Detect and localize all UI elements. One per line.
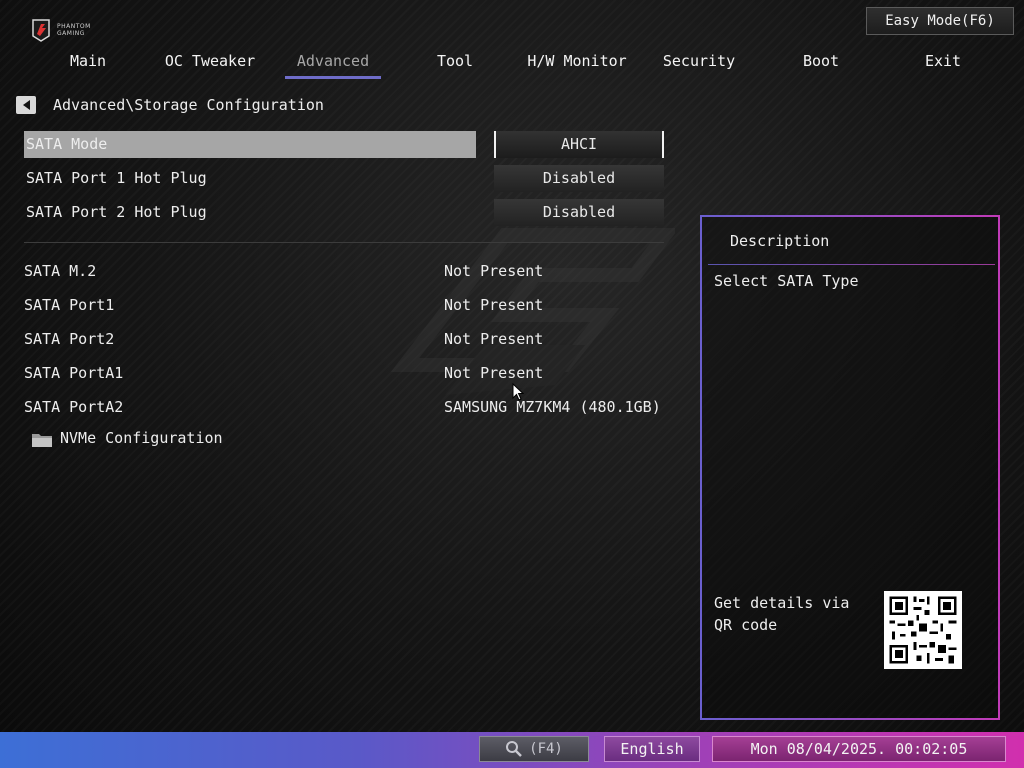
phantom-logo-icon (32, 19, 50, 42)
tab-main[interactable]: Main (28, 50, 148, 72)
tab-advanced[interactable]: Advanced (273, 50, 393, 72)
tab-tool[interactable]: Tool (395, 50, 515, 72)
port-label-sata-port1: SATA Port1 (24, 296, 115, 314)
section-divider (24, 242, 664, 243)
tab-hw-monitor[interactable]: H/W Monitor (517, 50, 637, 72)
port-status-sata-porta1: Not Present (444, 364, 544, 382)
search-shortcut-label: (F4) (529, 741, 563, 757)
setting-label-port2-hotplug[interactable]: SATA Port 2 Hot Plug (26, 202, 207, 222)
port-status-sata-port1: Not Present (444, 296, 544, 314)
active-tab-indicator (285, 76, 381, 79)
qr-details-text: Get details via QR code (714, 594, 850, 634)
port-status-sata-port2: Not Present (444, 330, 544, 348)
setting-label-port1-hotplug[interactable]: SATA Port 1 Hot Plug (26, 168, 207, 188)
port-status-sata-m2: Not Present (444, 262, 544, 280)
port-label-sata-porta1: SATA PortA1 (24, 364, 124, 382)
back-arrow-icon (22, 100, 30, 110)
language-button[interactable]: English (604, 736, 700, 762)
phantom-gaming-watermark (390, 228, 675, 395)
port-label-sata-m2: SATA M.2 (24, 262, 97, 280)
port1-hotplug-value[interactable]: Disabled (494, 165, 664, 192)
search-button[interactable]: (F4) (479, 736, 589, 762)
tab-exit[interactable]: Exit (883, 50, 1003, 72)
logo-text-line1: PHANTOM (57, 23, 91, 30)
main-nav: Main OC Tweaker Advanced Tool H/W Monito… (28, 50, 1008, 80)
qr-code-icon (884, 591, 962, 669)
breadcrumb: Advanced\Storage Configuration (53, 96, 324, 114)
sata-mode-value[interactable]: AHCI (494, 131, 664, 158)
port-status-sata-porta2: SAMSUNG MZ7KM4 (480.1GB) (444, 398, 661, 416)
datetime-display[interactable]: Mon 08/04/2025. 00:02:05 (712, 736, 1006, 762)
port2-hotplug-value[interactable]: Disabled (494, 199, 664, 226)
search-icon (506, 741, 523, 757)
tab-security[interactable]: Security (639, 50, 759, 72)
setting-label-sata-mode[interactable]: SATA Mode (26, 134, 107, 154)
port-label-sata-port2: SATA Port2 (24, 330, 115, 348)
logo-text-line2: GAMING (57, 30, 85, 37)
description-text: Select SATA Type (714, 272, 859, 290)
description-title: Description (730, 232, 830, 250)
tab-oc-tweaker[interactable]: OC Tweaker (150, 50, 270, 72)
phantom-gaming-logo: PHANTOM GAMING (30, 16, 110, 44)
easy-mode-button[interactable]: Easy Mode(F6) (866, 7, 1014, 35)
mouse-pointer-icon (512, 383, 524, 401)
nvme-configuration-link[interactable]: NVMe Configuration (60, 429, 223, 447)
description-separator (708, 264, 995, 265)
tab-boot[interactable]: Boot (761, 50, 881, 72)
folder-icon (32, 434, 52, 447)
back-button[interactable] (16, 96, 36, 114)
port-label-sata-porta2: SATA PortA2 (24, 398, 124, 416)
